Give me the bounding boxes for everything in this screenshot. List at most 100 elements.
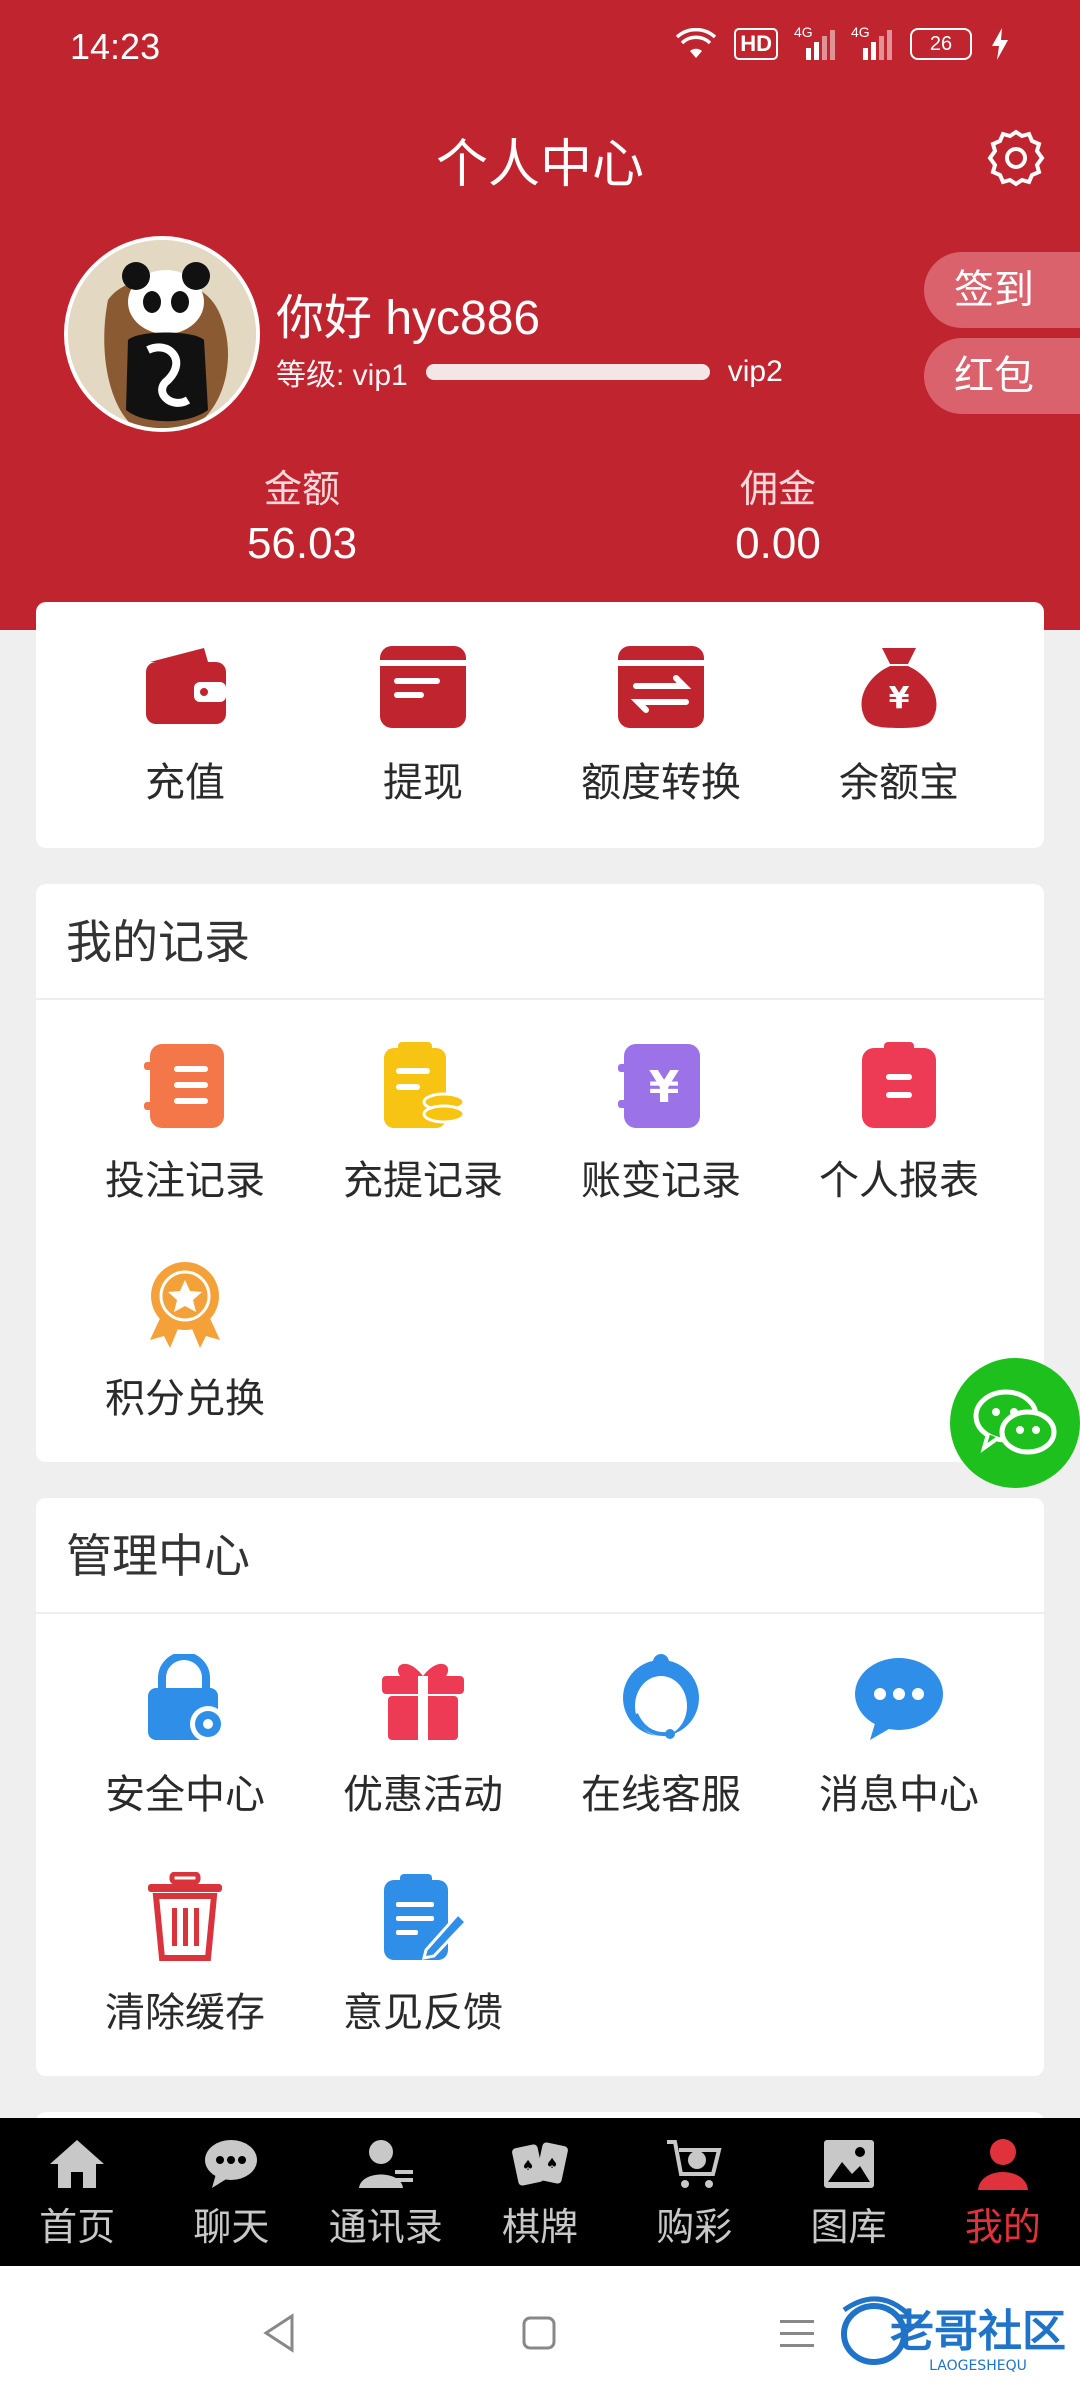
tab-gallery[interactable]: 图库 bbox=[771, 2118, 925, 2266]
svg-text:♠: ♠ bbox=[546, 2156, 559, 2172]
page-title: 个人中心 bbox=[435, 136, 644, 194]
status-bar: 14:23 HD 4G 4G 26 bbox=[0, 0, 1080, 100]
promotions-button[interactable]: 优惠活动 bbox=[304, 1614, 542, 1832]
bet-record-icon bbox=[144, 1044, 224, 1128]
chat-icon bbox=[205, 2140, 258, 2188]
promotions-label: 优惠活动 bbox=[343, 1773, 503, 1817]
signal-1-icon: 4G bbox=[794, 24, 835, 60]
management-title: 管理中心 bbox=[36, 1498, 1044, 1614]
cart-icon bbox=[667, 2140, 722, 2188]
deposit-record-button[interactable]: 充提记录 bbox=[304, 1000, 542, 1218]
wallet-icon bbox=[146, 648, 226, 724]
back-icon[interactable] bbox=[256, 2308, 306, 2358]
menu-icon[interactable] bbox=[772, 2308, 822, 2358]
points-exchange-label: 积分兑换 bbox=[105, 1377, 265, 1421]
svg-text:¥: ¥ bbox=[889, 681, 910, 716]
quick-actions-card: 充值 提现 额度转换 ¥ 余额宝 bbox=[36, 602, 1044, 848]
tab-contacts[interactable]: 通讯录 bbox=[309, 2118, 463, 2266]
settings-gear-icon[interactable] bbox=[986, 128, 1046, 188]
tab-chat[interactable]: 聊天 bbox=[154, 2118, 308, 2266]
records-title: 我的记录 bbox=[36, 884, 1044, 1000]
panda-avatar-image bbox=[68, 240, 256, 428]
charging-icon bbox=[992, 28, 1008, 60]
watermark-subtext: LAOGESHEQU bbox=[929, 2358, 1027, 2374]
level-progress-bar bbox=[425, 364, 710, 380]
balance-value: 56.03 bbox=[246, 519, 358, 568]
svg-text:¥: ¥ bbox=[649, 1062, 680, 1113]
tab-home[interactable]: 首页 bbox=[0, 2118, 154, 2266]
transfer-label: 额度转换 bbox=[581, 761, 741, 805]
recharge-label: 充值 bbox=[145, 761, 225, 805]
commission-stat[interactable]: 佣金 0.00 bbox=[638, 458, 918, 569]
checkin-button[interactable]: 签到 bbox=[924, 252, 1080, 328]
tab-cards[interactable]: ♠ ♠ 棋牌 bbox=[463, 2118, 617, 2266]
chat-bubble-icon bbox=[855, 1658, 943, 1740]
points-medal-icon bbox=[150, 1262, 220, 1348]
avatar[interactable] bbox=[64, 236, 260, 432]
tab-chat-label: 聊天 bbox=[193, 2207, 270, 2249]
management-card: 管理中心 安全中心 优惠活动 在线客服 消息中心 清除缓存 意见反馈 bbox=[36, 1498, 1044, 2076]
account-change-button[interactable]: ¥ 账变记录 bbox=[542, 1000, 780, 1218]
tab-profile[interactable]: 我的 bbox=[926, 2118, 1080, 2266]
watermark-logo: 老哥社区 LAOGESHEQU bbox=[841, 2296, 1066, 2374]
bet-record-button[interactable]: 投注记录 bbox=[66, 1000, 304, 1218]
personal-report-label: 个人报表 bbox=[819, 1159, 979, 1203]
clear-cache-button[interactable]: 清除缓存 bbox=[66, 1832, 304, 2050]
hd-badge: HD bbox=[734, 28, 778, 60]
next-level-label: vip2 bbox=[727, 355, 783, 388]
home-icon bbox=[50, 2140, 105, 2188]
security-center-label: 安全中心 bbox=[105, 1773, 265, 1817]
security-center-button[interactable]: 安全中心 bbox=[66, 1614, 304, 1832]
tab-profile-label: 我的 bbox=[964, 2207, 1041, 2249]
message-center-button[interactable]: 消息中心 bbox=[780, 1614, 1018, 1832]
status-time: 14:23 bbox=[70, 26, 161, 67]
account-change-icon: ¥ bbox=[618, 1044, 700, 1128]
system-navigation-bar: 老哥社区 LAOGESHEQU bbox=[0, 2266, 1080, 2400]
report-icon bbox=[862, 1042, 936, 1128]
tab-lottery[interactable]: 购彩 bbox=[617, 2118, 771, 2266]
wifi-icon bbox=[676, 28, 717, 58]
online-support-label: 在线客服 bbox=[581, 1773, 741, 1817]
yuebao-label: 余额宝 bbox=[839, 761, 959, 805]
commission-value: 0.00 bbox=[735, 519, 821, 568]
bet-record-label: 投注记录 bbox=[105, 1159, 265, 1203]
tab-cards-label: 棋牌 bbox=[501, 2207, 578, 2249]
money-bag-icon: ¥ bbox=[861, 648, 937, 728]
online-support-button[interactable]: 在线客服 bbox=[542, 1614, 780, 1832]
battery-indicator: 26 bbox=[910, 28, 972, 60]
home-nav-icon[interactable] bbox=[514, 2308, 564, 2358]
personal-report-button[interactable]: 个人报表 bbox=[780, 1000, 1018, 1218]
tab-contacts-label: 通讯录 bbox=[328, 2207, 443, 2249]
profile-icon bbox=[977, 2139, 1028, 2190]
message-center-label: 消息中心 bbox=[819, 1773, 979, 1817]
watermark-text: 老哥社区 bbox=[890, 2306, 1066, 2357]
status-icons: HD 4G 4G 26 bbox=[676, 24, 1010, 60]
balance-stat[interactable]: 金额 56.03 bbox=[162, 458, 442, 569]
tab-home-label: 首页 bbox=[39, 2207, 116, 2249]
gallery-icon bbox=[823, 2140, 874, 2188]
bottom-tab-bar: 首页 聊天 通讯录 ♠ ♠ 棋牌 购彩 图库 我的 bbox=[0, 2118, 1080, 2266]
yuebao-button[interactable]: ¥ 余额宝 bbox=[780, 602, 1018, 820]
withdraw-button[interactable]: 提现 bbox=[304, 602, 542, 820]
greeting-text: 你好 hyc886 bbox=[276, 292, 541, 345]
transfer-button[interactable]: 额度转换 bbox=[542, 602, 780, 820]
svg-text:♠: ♠ bbox=[522, 2158, 535, 2174]
withdraw-label: 提现 bbox=[383, 761, 463, 805]
feedback-icon bbox=[384, 1874, 468, 1960]
recharge-button[interactable]: 充值 bbox=[66, 602, 304, 820]
feedback-label: 意见反馈 bbox=[343, 1991, 503, 2035]
customer-service-icon bbox=[623, 1654, 699, 1739]
feedback-button[interactable]: 意见反馈 bbox=[304, 1832, 542, 2050]
redpacket-button[interactable]: 红包 bbox=[924, 338, 1080, 414]
points-exchange-button[interactable]: 积分兑换 bbox=[66, 1218, 304, 1436]
clear-cache-label: 清除缓存 bbox=[105, 1991, 265, 2035]
contacts-icon bbox=[358, 2140, 413, 2188]
transfer-icon bbox=[618, 646, 704, 728]
commission-label: 佣金 bbox=[739, 469, 816, 511]
account-change-label: 账变记录 bbox=[581, 1159, 741, 1203]
floating-wechat-button[interactable] bbox=[950, 1358, 1080, 1488]
lock-gear-icon bbox=[148, 1654, 226, 1742]
wechat-icon bbox=[973, 1389, 1057, 1455]
gift-icon bbox=[382, 1663, 464, 1740]
cards-icon: ♠ ♠ bbox=[512, 2142, 568, 2186]
